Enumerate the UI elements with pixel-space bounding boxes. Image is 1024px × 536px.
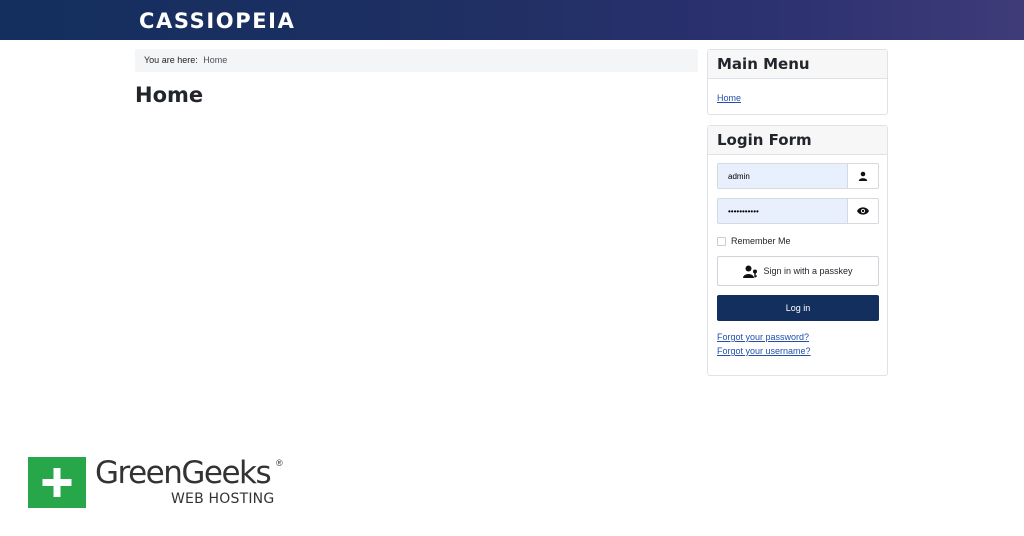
passkey-button[interactable]: Sign in with a passkey (717, 256, 879, 286)
site-brand[interactable]: CASSIOPEIA (139, 8, 295, 34)
logo-registered: ® (276, 458, 283, 468)
passkey-label: Sign in with a passkey (763, 266, 853, 276)
username-group (717, 163, 879, 189)
breadcrumb-home: Home (203, 55, 228, 65)
user-key-icon (743, 265, 758, 278)
remember-me-checkbox[interactable] (717, 236, 726, 246)
username-input[interactable] (718, 164, 848, 188)
site-header: CASSIOPEIA (0, 0, 1024, 40)
login-button[interactable]: Log in (717, 295, 879, 321)
remember-me-label: Remember Me (731, 236, 791, 246)
page-title: Home (135, 83, 204, 107)
main-menu-title: Main Menu (708, 50, 887, 79)
breadcrumb-prefix: You are here: (144, 55, 198, 65)
menu-item-home[interactable]: Home (717, 93, 741, 103)
logo-subtitle: WEB HOSTING (171, 491, 275, 507)
eye-icon[interactable] (847, 199, 878, 223)
main-menu-card: Main Menu Home (707, 49, 888, 115)
breadcrumb: You are here: Home (135, 49, 698, 72)
forgot-username-link[interactable]: Forgot your username? (717, 346, 811, 356)
login-form-card: Login Form Remember Me Sign in with a pa… (707, 125, 888, 376)
greengeeks-logo: GreenGeeks ® WEB HOSTING (28, 455, 288, 509)
forgot-password-link[interactable]: Forgot your password? (717, 332, 809, 342)
logo-name: GreenGeeks (95, 455, 272, 491)
plus-logo-icon (28, 457, 86, 508)
login-form-title: Login Form (708, 126, 887, 155)
user-icon (847, 164, 878, 188)
password-input[interactable] (718, 199, 848, 223)
remember-me[interactable]: Remember Me (717, 234, 791, 248)
password-group (717, 198, 879, 224)
